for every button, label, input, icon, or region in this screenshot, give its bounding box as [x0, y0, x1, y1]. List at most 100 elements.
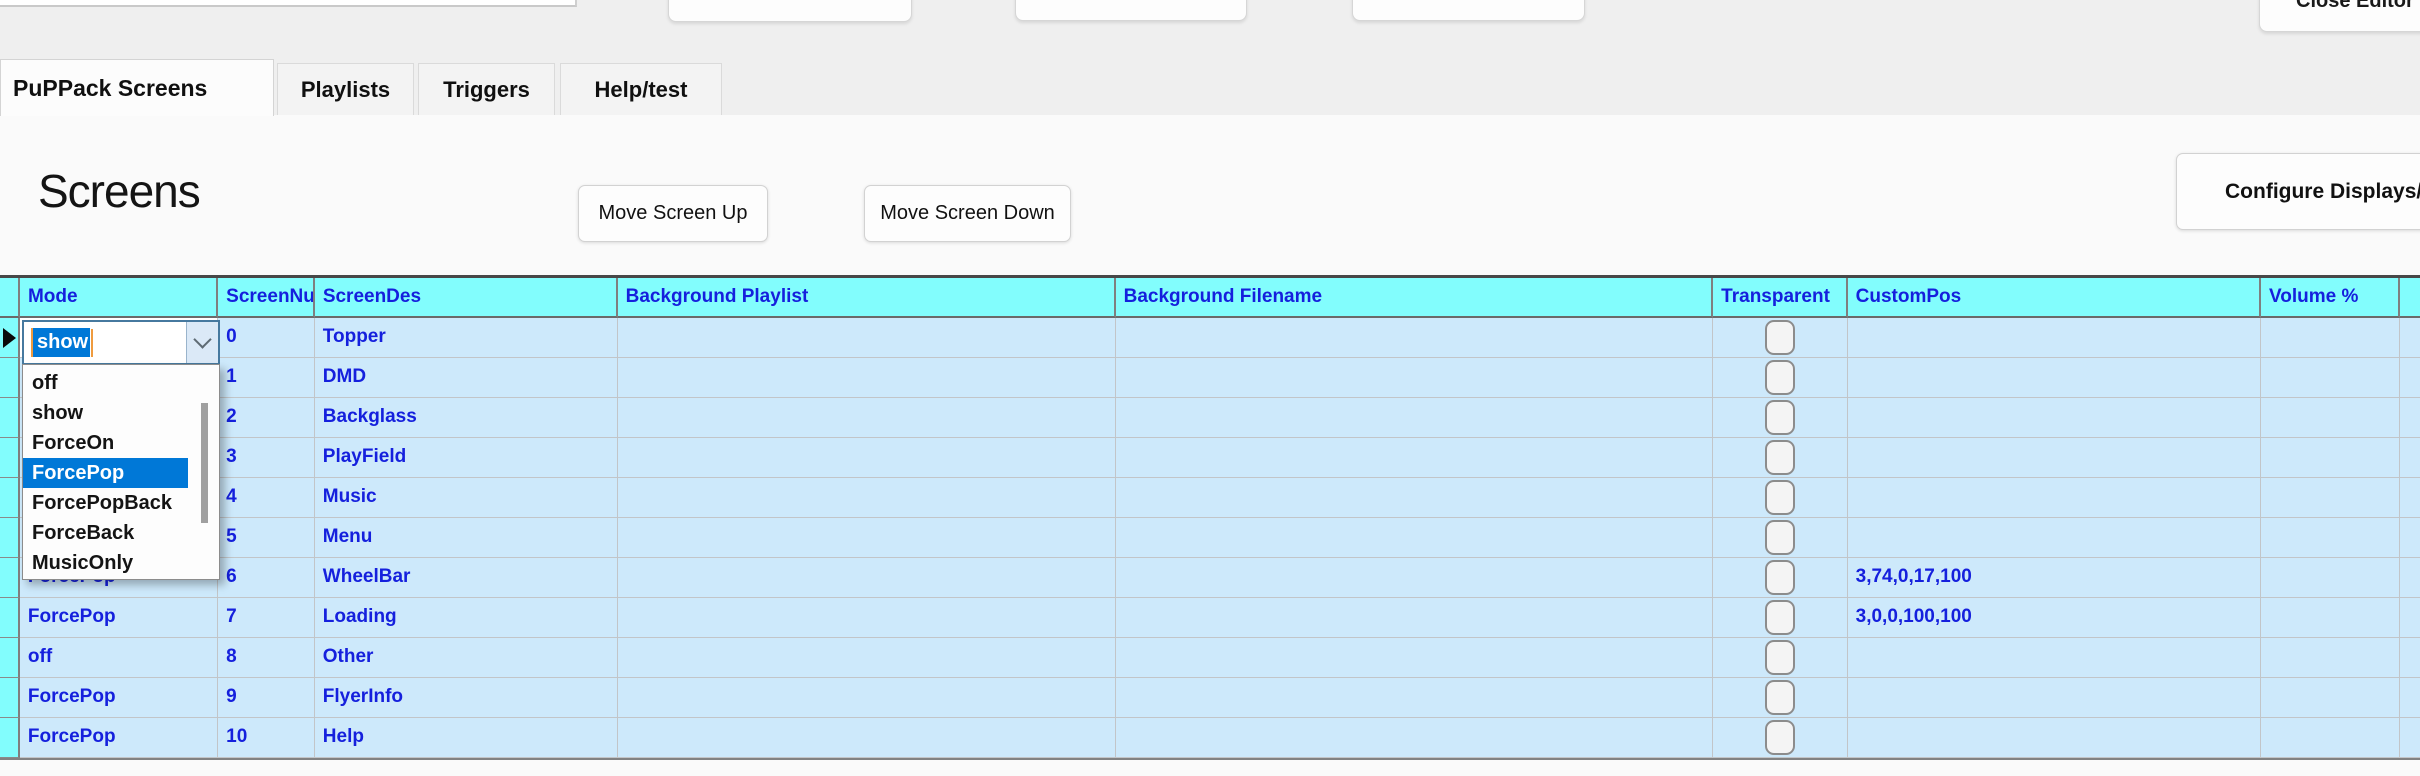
- cell-num[interactable]: 4: [218, 478, 315, 518]
- cell-volume[interactable]: [2260, 558, 2401, 598]
- transparent-checkbox[interactable]: [1764, 600, 1795, 635]
- cell-num[interactable]: 3: [218, 438, 315, 478]
- tab-triggers[interactable]: Triggers: [418, 63, 555, 115]
- cell-volume[interactable]: [2260, 358, 2401, 398]
- transparent-checkbox[interactable]: [1764, 640, 1795, 675]
- cell-playlist[interactable]: [617, 518, 1116, 558]
- transparent-checkbox[interactable]: [1764, 440, 1795, 475]
- cell-playlist[interactable]: [617, 358, 1116, 398]
- dropdown-option[interactable]: ForcePopBack: [23, 488, 188, 518]
- cell-custompos[interactable]: [1847, 478, 2261, 518]
- tab-puppack-screens[interactable]: PuPPack Screens: [0, 59, 274, 116]
- cell-num[interactable]: 8: [218, 638, 315, 678]
- transparent-checkbox[interactable]: [1764, 400, 1795, 435]
- cell-filename[interactable]: [1115, 478, 1714, 518]
- cell-num[interactable]: 0: [218, 318, 315, 358]
- cell-des[interactable]: FlyerInfo: [314, 678, 618, 718]
- cell-custompos[interactable]: [1847, 678, 2261, 718]
- transparent-checkbox[interactable]: [1764, 320, 1795, 355]
- mode-combobox[interactable]: show: [22, 320, 220, 365]
- cell-mode[interactable]: ForcePop: [19, 718, 219, 758]
- cell-filename[interactable]: [1115, 318, 1714, 358]
- cell-filename[interactable]: [1115, 638, 1714, 678]
- cell-custompos[interactable]: [1847, 398, 2261, 438]
- move-screen-up-button[interactable]: Move Screen Up: [578, 185, 768, 242]
- cell-volume[interactable]: [2260, 438, 2401, 478]
- cell-volume[interactable]: [2260, 398, 2401, 438]
- column-header-custompos[interactable]: CustomPos: [1847, 278, 2261, 318]
- transparent-checkbox[interactable]: [1764, 720, 1795, 755]
- cell-mode[interactable]: ForcePop: [19, 678, 219, 718]
- cell-volume[interactable]: [2260, 718, 2401, 758]
- dropdown-option[interactable]: ForceOn: [23, 428, 188, 458]
- column-header-des[interactable]: ScreenDes: [314, 278, 618, 318]
- mode-combobox-value-area[interactable]: show: [24, 322, 186, 363]
- transparent-checkbox[interactable]: [1764, 360, 1795, 395]
- cell-num[interactable]: 6: [218, 558, 315, 598]
- cell-playlist[interactable]: [617, 438, 1116, 478]
- load-puppack-button[interactable]: Load PuP-Pack: [668, 0, 912, 22]
- cell-volume[interactable]: [2260, 678, 2401, 718]
- cell-mode[interactable]: ForcePop: [19, 598, 219, 638]
- close-editor-button[interactable]: Close Editor: [2259, 0, 2420, 32]
- transparent-checkbox[interactable]: [1764, 680, 1795, 715]
- mode-combobox-dropdown-button[interactable]: [186, 322, 218, 363]
- column-header-volume[interactable]: Volume %: [2260, 278, 2401, 318]
- cell-des[interactable]: DMD: [314, 358, 618, 398]
- cell-playlist[interactable]: [617, 638, 1116, 678]
- cell-playlist[interactable]: [617, 678, 1116, 718]
- cell-num[interactable]: 5: [218, 518, 315, 558]
- dropdown-option[interactable]: show: [23, 398, 188, 428]
- cell-playlist[interactable]: [617, 478, 1116, 518]
- cell-filename[interactable]: [1115, 718, 1714, 758]
- cell-custompos[interactable]: 3,74,0,17,100: [1847, 558, 2261, 598]
- configure-displays-button[interactable]: Configure Displays/ Layout: [2176, 153, 2420, 230]
- cell-des[interactable]: Backglass: [314, 398, 618, 438]
- cell-des[interactable]: PlayField: [314, 438, 618, 478]
- cell-volume[interactable]: [2260, 318, 2401, 358]
- cell-num[interactable]: 9: [218, 678, 315, 718]
- cell-des[interactable]: WheelBar: [314, 558, 618, 598]
- transparent-checkbox[interactable]: [1764, 560, 1795, 595]
- cell-filename[interactable]: [1115, 598, 1714, 638]
- dropdown-scrollbar-thumb[interactable]: [201, 403, 208, 523]
- cell-playlist[interactable]: [617, 318, 1116, 358]
- move-screen-down-button[interactable]: Move Screen Down: [864, 185, 1071, 242]
- cell-num[interactable]: 2: [218, 398, 315, 438]
- cell-des[interactable]: Menu: [314, 518, 618, 558]
- cell-custompos[interactable]: [1847, 438, 2261, 478]
- save-puppack-button[interactable]: Save PuP-Pack: [1015, 0, 1247, 21]
- cell-filename[interactable]: [1115, 438, 1714, 478]
- cell-custompos[interactable]: [1847, 638, 2261, 678]
- cancel-changes-button[interactable]: Cancel Changes: [1352, 0, 1585, 21]
- cell-volume[interactable]: [2260, 478, 2401, 518]
- cell-filename[interactable]: [1115, 358, 1714, 398]
- column-header-filename[interactable]: Background Filename: [1115, 278, 1714, 318]
- column-header-playlist[interactable]: Background Playlist: [617, 278, 1116, 318]
- cell-playlist[interactable]: [617, 718, 1116, 758]
- cell-volume[interactable]: [2260, 518, 2401, 558]
- dropdown-option[interactable]: MusicOnly: [23, 548, 188, 578]
- cell-playlist[interactable]: [617, 558, 1116, 598]
- cell-custompos[interactable]: [1847, 718, 2261, 758]
- cell-custompos[interactable]: [1847, 518, 2261, 558]
- cell-num[interactable]: 7: [218, 598, 315, 638]
- cell-volume[interactable]: [2260, 598, 2401, 638]
- cell-custompos[interactable]: [1847, 358, 2261, 398]
- tab-help-test[interactable]: Help/test: [560, 63, 722, 115]
- cell-des[interactable]: Help: [314, 718, 618, 758]
- cell-custompos[interactable]: [1847, 318, 2261, 358]
- dropdown-option[interactable]: ForceBack: [23, 518, 188, 548]
- transparent-checkbox[interactable]: [1764, 520, 1795, 555]
- cell-custompos[interactable]: 3,0,0,100,100: [1847, 598, 2261, 638]
- column-header-num[interactable]: ScreenNum: [218, 278, 315, 318]
- cell-playlist[interactable]: [617, 598, 1116, 638]
- cell-filename[interactable]: [1115, 518, 1714, 558]
- cell-num[interactable]: 1: [218, 358, 315, 398]
- cell-volume[interactable]: [2260, 638, 2401, 678]
- cell-filename[interactable]: [1115, 398, 1714, 438]
- dropdown-option[interactable]: ForcePop: [23, 458, 188, 488]
- cell-des[interactable]: Topper: [314, 318, 618, 358]
- transparent-checkbox[interactable]: [1764, 480, 1795, 515]
- dropdown-option[interactable]: off: [23, 368, 188, 398]
